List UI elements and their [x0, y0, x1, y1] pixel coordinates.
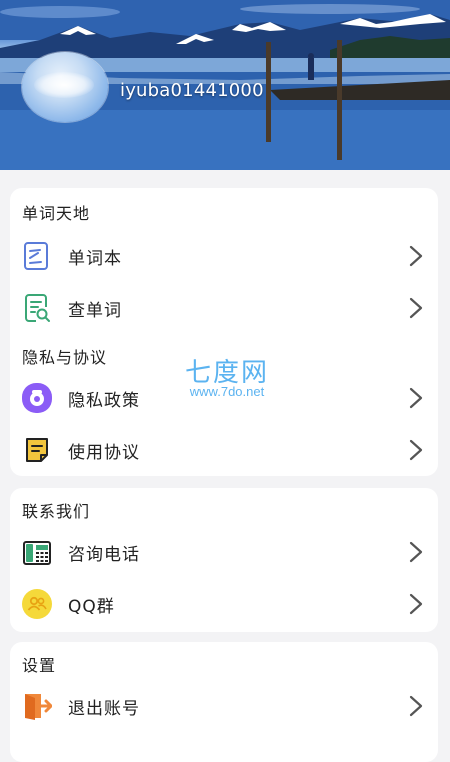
logout-icon — [25, 694, 52, 720]
row-label: 隐私政策 — [68, 391, 140, 411]
chevron-right-icon — [409, 245, 423, 267]
card-contact: 联系我们 咨询电话 QQ群 — [10, 488, 438, 632]
chevron-right-icon — [409, 695, 423, 717]
chevron-right-icon — [409, 593, 423, 615]
row-consult-phone[interactable]: 咨询电话 — [10, 526, 438, 578]
row-label: 查单词 — [68, 301, 122, 321]
row-label: 咨询电话 — [68, 545, 140, 565]
avatar[interactable] — [22, 52, 108, 122]
watermark: 七度网 www.7do.net — [172, 352, 282, 404]
row-word-search[interactable]: 查单词 — [10, 282, 438, 334]
section-title-words: 单词天地 — [22, 204, 91, 223]
row-user-agreement[interactable]: 使用协议 — [10, 424, 438, 476]
section-title-settings: 设置 — [22, 656, 57, 675]
watermark-url: www.7do.net — [189, 384, 265, 399]
chevron-right-icon — [409, 439, 423, 461]
chevron-right-icon — [409, 297, 423, 319]
chevron-right-icon — [409, 387, 423, 409]
chevron-right-icon — [409, 541, 423, 563]
card-settings: 设置 退出账号 — [10, 642, 438, 762]
word-search-icon — [25, 294, 50, 322]
row-wordbook[interactable]: 单词本 — [10, 230, 438, 282]
username-label: iyuba01441000 — [120, 80, 264, 101]
profile-header: iyuba01441000 — [0, 0, 450, 170]
card-words-privacy: 单词天地 单词本 查单词 隐私与协议 隐私政策 使用协议 — [10, 188, 438, 476]
row-label: 单词本 — [68, 249, 122, 269]
wordbook-icon — [24, 242, 48, 270]
qq-group-icon — [22, 589, 52, 619]
row-label: 使用协议 — [68, 443, 140, 463]
row-logout[interactable]: 退出账号 — [10, 680, 438, 732]
agreement-icon — [26, 438, 48, 462]
section-title-contact: 联系我们 — [22, 502, 91, 521]
row-label: 退出账号 — [68, 699, 140, 719]
section-title-privacy: 隐私与协议 — [22, 348, 108, 367]
phone-icon — [23, 541, 51, 565]
privacy-icon — [22, 383, 52, 413]
row-label: QQ群 — [68, 597, 115, 617]
row-qq-group[interactable]: QQ群 — [10, 578, 438, 630]
